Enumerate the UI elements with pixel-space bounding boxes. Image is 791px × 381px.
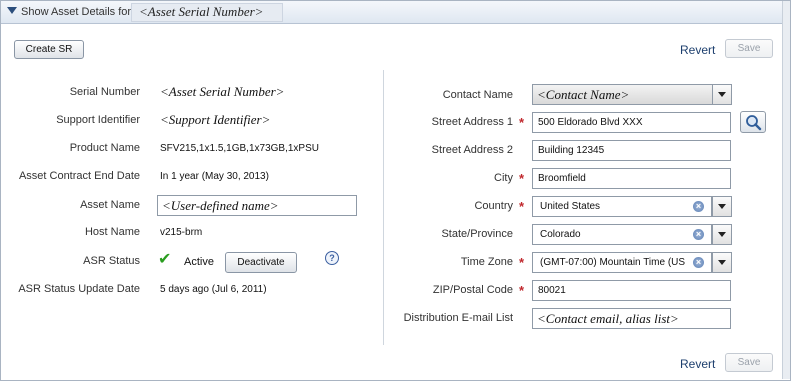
vertical-scrollbar[interactable]: [782, 1, 790, 379]
contract-end-label: Asset Contract End Date: [18, 170, 140, 182]
contract-end-value: In 1 year (May 30, 2013): [160, 171, 269, 182]
product-name-value: SFV215,1x1.5,1GB,1x73GB,1xPSU: [160, 143, 319, 154]
contact-dropdown-icon[interactable]: [712, 84, 732, 105]
asr-update-value: 5 days ago (Jul 6, 2011): [160, 284, 267, 295]
country-dropdown-icon[interactable]: [712, 196, 732, 217]
street1-label: Street Address 1: [431, 116, 513, 128]
email-list-input[interactable]: <Contact email, alias list>: [532, 308, 731, 329]
asset-name-label: Asset Name: [80, 199, 140, 211]
revert-link[interactable]: Revert: [680, 43, 715, 57]
footer-save-button[interactable]: Save: [725, 353, 773, 372]
zip-label: ZIP/Postal Code: [432, 284, 513, 296]
city-label: City: [494, 172, 513, 184]
asset-serial-placeholder: <Asset Serial Number>: [139, 4, 264, 19]
state-dropdown-icon[interactable]: [712, 224, 732, 245]
deactivate-button[interactable]: Deactivate: [225, 252, 297, 273]
host-name-value: v215-brm: [160, 227, 203, 238]
contact-name-label: Contact Name: [442, 89, 513, 101]
timezone-combo[interactable]: (GMT-07:00) Mountain Time (US: [532, 252, 712, 273]
clear-icon[interactable]: ×: [693, 229, 704, 240]
required-marker: *: [519, 171, 525, 186]
host-name-label: Host Name: [84, 226, 140, 238]
required-marker: *: [519, 199, 525, 214]
zip-input[interactable]: 80021: [532, 280, 731, 301]
create-sr-button[interactable]: Create SR: [14, 40, 84, 59]
state-combo[interactable]: Colorado: [532, 224, 712, 245]
support-identifier-label: Support Identifier: [56, 114, 140, 126]
required-marker: *: [519, 283, 525, 298]
required-marker: *: [519, 255, 525, 270]
city-input[interactable]: Broomfield: [532, 168, 731, 189]
help-icon[interactable]: ?: [325, 251, 339, 265]
street2-label: Street Address 2: [431, 144, 513, 156]
clear-icon[interactable]: ×: [693, 257, 704, 268]
section-header[interactable]: Show Asset Details for <Asset Serial Num…: [1, 1, 782, 24]
street2-input[interactable]: Building 12345: [532, 140, 731, 161]
check-icon: ✔: [158, 251, 172, 268]
country-label: Country: [474, 200, 513, 212]
state-label: State/Province: [441, 228, 513, 240]
serial-number-value: <Asset Serial Number>: [160, 84, 285, 99]
search-button[interactable]: [740, 111, 766, 133]
asr-status-value: Active: [184, 256, 214, 268]
timezone-dropdown-icon[interactable]: [712, 252, 732, 273]
collapse-triangle-icon[interactable]: [7, 7, 17, 14]
email-list-label: Distribution E-mail List: [403, 312, 513, 324]
clear-icon[interactable]: ×: [693, 201, 704, 212]
serial-number-label: Serial Number: [69, 86, 140, 98]
timezone-label: Time Zone: [460, 256, 513, 268]
street1-input[interactable]: 500 Eldorado Blvd XXX: [532, 112, 731, 133]
asr-status-label: ASR Status: [83, 255, 140, 267]
country-combo[interactable]: United States: [532, 196, 712, 217]
product-name-label: Product Name: [69, 142, 140, 154]
asset-name-input[interactable]: <User-defined name>: [157, 195, 357, 216]
search-icon: [746, 115, 762, 131]
support-identifier-value: <Support Identifier>: [160, 112, 271, 127]
section-title: Show Asset Details for: [21, 6, 132, 18]
required-marker: *: [519, 115, 525, 130]
contact-name-select[interactable]: <Contact Name>: [532, 84, 732, 105]
footer-revert-link[interactable]: Revert: [680, 357, 715, 371]
asr-update-label: ASR Status Update Date: [18, 283, 140, 295]
save-button[interactable]: Save: [725, 39, 773, 58]
